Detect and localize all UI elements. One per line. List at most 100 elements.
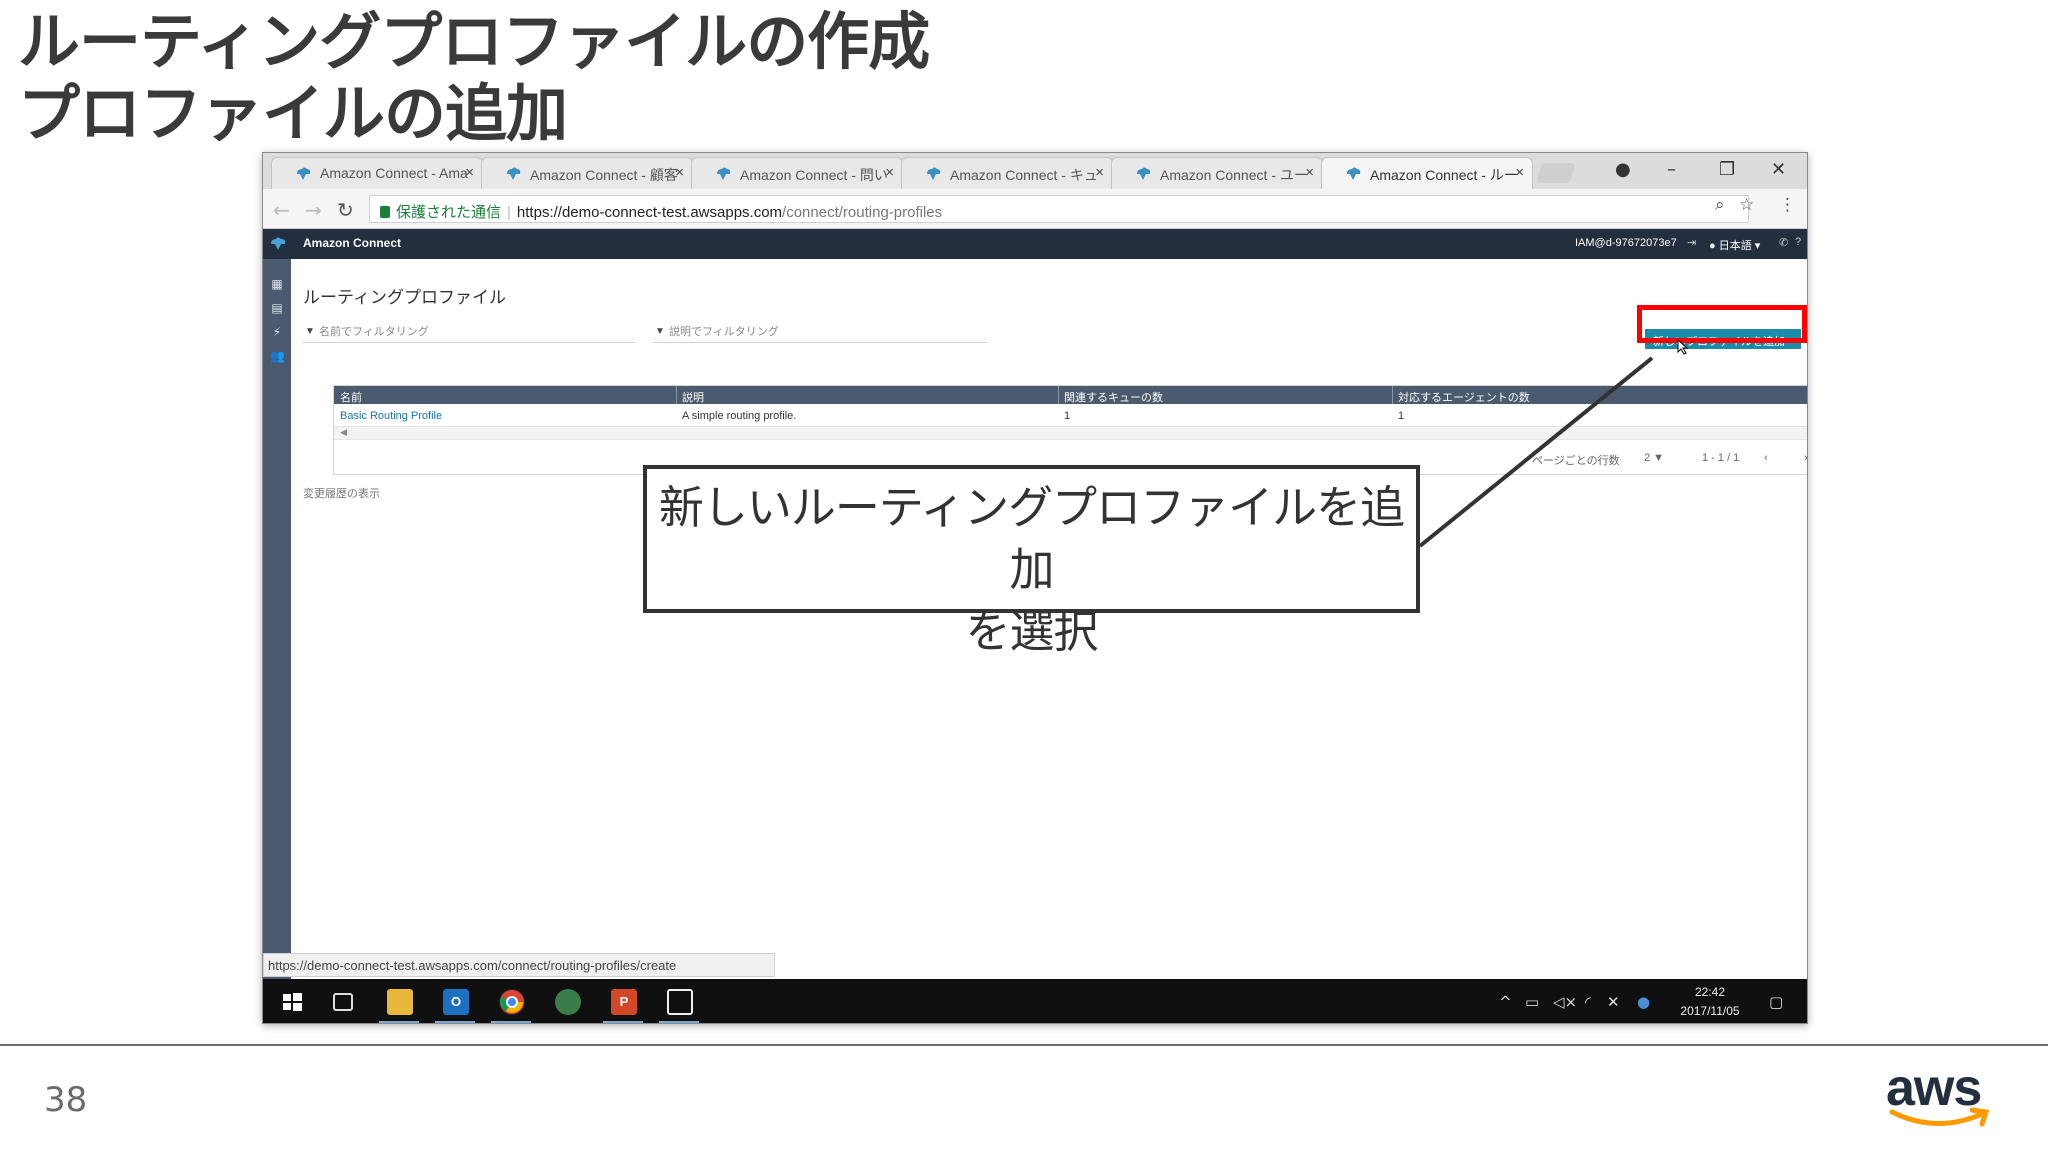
task-view-icon[interactable]: [333, 993, 353, 1011]
menu-kebab-icon[interactable]: ⋮: [1779, 195, 1796, 215]
browser-tab[interactable]: Amazon Connect - キュ ×: [901, 157, 1113, 189]
close-app-tray-icon[interactable]: ✕: [1607, 993, 1620, 1011]
volume-muted-icon[interactable]: ◁×: [1553, 993, 1577, 1011]
dashboard-icon[interactable]: ▦: [270, 277, 284, 291]
tab-label: Amazon Connect - 顧客: [530, 167, 678, 183]
profile-description: A simple routing profile.: [682, 410, 797, 422]
name-filter-input[interactable]: ▼ 名前でフィルタリング: [303, 323, 635, 343]
table-row[interactable]: Basic Routing Profile A simple routing p…: [334, 404, 1807, 426]
column-header-name[interactable]: 名前: [340, 389, 362, 405]
amazon-connect-icon: [297, 167, 311, 180]
user-account[interactable]: IAM@d-97672073e7: [1575, 237, 1677, 249]
horizontal-scrollbar[interactable]: ◀ ▶: [334, 426, 1808, 440]
phone-icon[interactable]: ✆: [1779, 236, 1788, 249]
zoom-icon[interactable]: ⌕: [1715, 195, 1725, 215]
active-app-indicator: [659, 1021, 699, 1023]
file-explorer-icon[interactable]: [387, 989, 413, 1015]
minimize-icon[interactable]: –: [1667, 159, 1676, 180]
help-icon[interactable]: ?: [1795, 236, 1801, 248]
column-header-queues[interactable]: 関連するキューの数: [1064, 389, 1163, 405]
notification-center-icon[interactable]: ▢: [1769, 993, 1783, 1011]
tab-label: Amazon Connect - ルー: [1370, 167, 1518, 183]
tab-label: Amazon Connect - Ama: [320, 165, 468, 181]
description-filter-placeholder: 説明でフィルタリング: [669, 326, 779, 338]
browser-tab[interactable]: Amazon Connect - 問い ×: [691, 157, 903, 189]
forward-icon[interactable]: →: [305, 198, 322, 222]
column-header-agents[interactable]: 対応するエージェントの数: [1398, 389, 1530, 405]
browser-tab-active[interactable]: Amazon Connect - ルー ×: [1321, 157, 1533, 189]
tab-label: Amazon Connect - キュ: [950, 167, 1098, 183]
column-divider: [1392, 386, 1393, 404]
profile-icon[interactable]: ●: [1615, 159, 1631, 180]
globe-app-icon[interactable]: [555, 989, 581, 1015]
prev-page-button[interactable]: ‹: [1764, 452, 1768, 464]
new-tab-button[interactable]: [1536, 163, 1576, 183]
description-filter-input[interactable]: ▼ 説明でフィルタリング: [653, 323, 987, 343]
metrics-icon[interactable]: ▤: [270, 301, 284, 315]
photos-icon[interactable]: [667, 989, 693, 1015]
amazon-connect-logo-icon: [271, 237, 286, 250]
reload-icon[interactable]: ↻: [337, 198, 354, 222]
lock-icon: [380, 206, 390, 218]
wifi-icon[interactable]: ◜: [1585, 993, 1591, 1011]
bookmark-star-icon[interactable]: ☆: [1739, 195, 1754, 215]
cloud-tray-icon[interactable]: ●: [1637, 993, 1650, 1011]
change-history-link[interactable]: 変更履歴の表示: [303, 485, 380, 501]
column-divider: [676, 386, 677, 404]
tab-close-icon[interactable]: ×: [1515, 164, 1524, 181]
browser-tab[interactable]: Amazon Connect - 顧客 ×: [481, 157, 693, 189]
close-window-icon[interactable]: ✕: [1771, 159, 1786, 180]
tab-close-icon[interactable]: ×: [1305, 164, 1314, 181]
tab-label: Amazon Connect - ユー: [1160, 167, 1308, 183]
url-input[interactable]: 保護された通信 | https://demo-connect-test.awsapp…: [369, 195, 1749, 223]
chrome-icon[interactable]: [499, 989, 525, 1015]
rows-per-page-select[interactable]: 2 ▼: [1644, 452, 1664, 464]
powerpoint-icon[interactable]: P: [611, 989, 637, 1015]
battery-icon[interactable]: ▭: [1525, 993, 1539, 1011]
slide-title-line1: ルーティングプロファイルの作成: [18, 5, 930, 78]
url-separator: |: [507, 204, 511, 221]
app-header: Amazon Connect IAM@d-97672073e7 ⇥ ● 日本語 …: [263, 229, 1807, 259]
tab-bar: Amazon Connect - Ama × Amazon Connect - …: [263, 153, 1807, 189]
system-clock[interactable]: 22:42 2017/11/05: [1665, 983, 1755, 1021]
routing-profiles-table: 名前 説明 関連するキューの数 対応するエージェントの数 Basic Routi…: [333, 385, 1808, 475]
clock-date: 2017/11/05: [1680, 1004, 1740, 1018]
scroll-left-icon[interactable]: ◀: [340, 428, 347, 438]
address-bar: ← → ↻ 保護された通信 | https://demo-connect-test.…: [263, 189, 1807, 229]
next-page-button[interactable]: ›: [1804, 452, 1807, 464]
browser-tab[interactable]: Amazon Connect - Ama ×: [271, 157, 483, 189]
profile-name-link[interactable]: Basic Routing Profile: [340, 410, 442, 422]
slide-title: ルーティングプロファイルの作成 プロファイルの追加: [18, 5, 930, 150]
browser-tab[interactable]: Amazon Connect - ユー ×: [1111, 157, 1323, 189]
rows-per-page-label: ページごとの行数: [1532, 455, 1620, 467]
tab-close-icon[interactable]: ×: [1095, 164, 1104, 181]
windows-taskbar: O P ^ ▭ ◁× ◜ ✕ ● 22:42 2017/11/05 ▢: [263, 979, 1807, 1023]
active-app-indicator: [603, 1021, 643, 1023]
language-selector[interactable]: ● 日本語 ▾: [1709, 237, 1760, 253]
url-path: /connect/routing-profiles: [782, 204, 943, 221]
left-nav-sidebar: ▦ ▤ ⚡ 👥: [263, 259, 291, 979]
outlook-icon[interactable]: O: [443, 989, 469, 1015]
highlight-box: [1637, 305, 1807, 343]
url-host: https://demo-connect-test.awsapps.com: [516, 204, 783, 221]
tab-close-icon[interactable]: ×: [885, 164, 894, 181]
language-label: 日本語: [1718, 240, 1752, 252]
table-header: 名前 説明 関連するキューの数 対応するエージェントの数: [334, 386, 1807, 405]
amazon-connect-icon: [927, 167, 941, 180]
callout-line2: を選択: [965, 605, 1098, 658]
logout-icon[interactable]: ⇥: [1687, 236, 1696, 249]
active-app-indicator: [435, 1021, 475, 1023]
amazon-connect-icon: [717, 167, 731, 180]
tab-close-icon[interactable]: ×: [675, 164, 684, 181]
back-icon[interactable]: ←: [273, 198, 290, 222]
column-header-description[interactable]: 説明: [682, 389, 704, 405]
tab-close-icon[interactable]: ×: [465, 164, 474, 181]
routing-icon[interactable]: ⚡: [270, 325, 284, 339]
users-icon[interactable]: 👥: [270, 349, 285, 363]
windows-start-icon[interactable]: [279, 989, 305, 1015]
scroll-right-icon[interactable]: ▶: [1807, 428, 1808, 438]
restore-icon[interactable]: ❐: [1719, 159, 1735, 180]
tray-expand-icon[interactable]: ^: [1499, 993, 1512, 1011]
slide-footer-divider: [0, 1044, 2048, 1046]
mouse-cursor-icon: [1677, 339, 1689, 355]
